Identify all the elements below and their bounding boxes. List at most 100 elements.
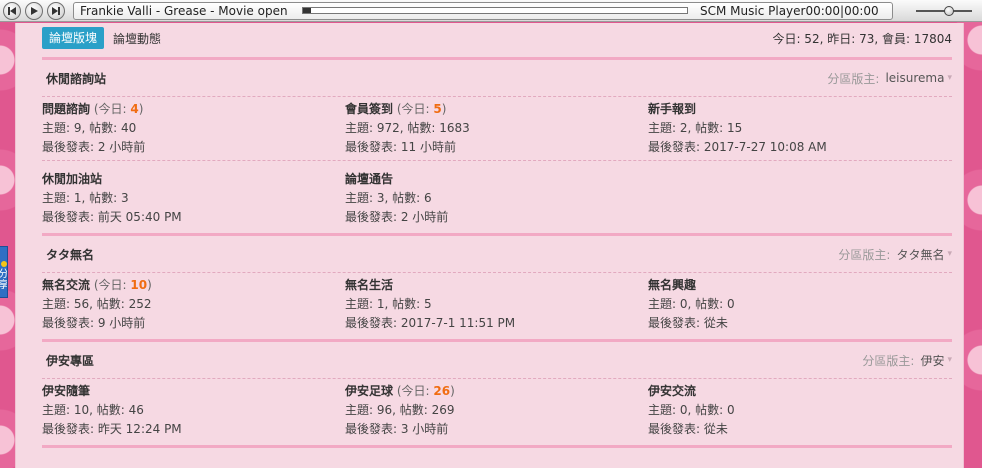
moderator-label: 分區版主: bbox=[862, 353, 915, 368]
seek-progress bbox=[303, 8, 311, 13]
forum-item: 無名生活 主題: 1, 帖數: 5 最後發表: 2017-7-1 11:51 PM bbox=[345, 276, 635, 333]
section-moderators: 分區版主: 伊安 ▾ bbox=[862, 352, 952, 369]
forum-topic-post-count: 主題: 96, 帖數: 269 bbox=[345, 403, 455, 417]
next-icon bbox=[52, 6, 60, 15]
forum-topic-post-count: 主題: 0, 帖數: 0 bbox=[648, 403, 735, 417]
forum-title-line: 問題諮詢 (今日: 4) bbox=[42, 100, 332, 119]
forum-last-post: 最後發表: 9 小時前 bbox=[42, 316, 146, 330]
side-tab-text: 分享 bbox=[0, 269, 7, 291]
forum-topic-post-count: 主題: 56, 帖數: 252 bbox=[42, 297, 152, 311]
moderator-link[interactable]: 伊安 bbox=[920, 352, 944, 369]
player-name: SCM Music Player bbox=[700, 3, 806, 18]
section-header-divider bbox=[42, 96, 952, 97]
section-title[interactable]: タタ無名 bbox=[46, 246, 94, 263]
music-player-bar: Frankie Valli - Grease - Movie open SCM … bbox=[0, 0, 982, 22]
track-title: Frankie Valli - Grease - Movie open bbox=[80, 3, 288, 18]
forum-last-post: 最後發表: 昨天 12:24 PM bbox=[42, 422, 182, 436]
section-header: 休閒諮詢站 分區版主: leisurema ▾ bbox=[42, 60, 952, 96]
section-divider bbox=[42, 445, 952, 448]
section-moderators: 分區版主: leisurema ▾ bbox=[827, 70, 952, 87]
side-share-tab[interactable]: 分享 bbox=[0, 246, 8, 298]
forum-last-post: 最後發表: 2 小時前 bbox=[345, 210, 449, 224]
forum-last-post: 最後發表: 2 小時前 bbox=[42, 140, 146, 154]
section-header: 伊安專區 分區版主: 伊安 ▾ bbox=[42, 342, 952, 378]
previous-icon bbox=[8, 6, 16, 15]
forum-topic-post-count: 主題: 1, 帖數: 5 bbox=[345, 297, 432, 311]
forum-topic-post-count: 主題: 972, 帖數: 1683 bbox=[345, 121, 470, 135]
tab-forum-activity[interactable]: 論壇動態 bbox=[113, 30, 161, 47]
section-title[interactable]: 伊安專區 bbox=[46, 352, 94, 369]
forum-name-link[interactable]: 會員簽到 bbox=[345, 102, 393, 116]
forum-name-link[interactable]: 無名交流 bbox=[42, 278, 90, 292]
forum-stats: 今日: 52, 昨日: 73, 會員: 17804 bbox=[772, 31, 952, 46]
forum-item: 伊安交流主題: 0, 帖數: 0 最後發表: 從未 bbox=[648, 382, 938, 439]
section-header: タタ無名 分區版主: タタ無名 ▾ bbox=[42, 236, 952, 272]
forum-topic-post-count: 主題: 9, 帖數: 40 bbox=[42, 121, 137, 135]
forum-topic-post-count: 主題: 1, 帖數: 3 bbox=[42, 191, 129, 205]
forum-name-link[interactable]: 伊安交流 bbox=[648, 384, 696, 398]
forum-name-link[interactable]: 無名生活 bbox=[345, 278, 393, 292]
play-button[interactable] bbox=[25, 1, 43, 20]
caret-down-icon: ▾ bbox=[947, 249, 952, 259]
forum-title-line: 伊安隨筆 bbox=[42, 382, 332, 401]
forum-name-link[interactable]: 伊安足球 bbox=[345, 384, 393, 398]
forum-today-count: (今日: 10) bbox=[90, 278, 152, 292]
forum-title-line: 會員簽到 (今日: 5) bbox=[345, 100, 635, 119]
forum-item: 伊安足球 (今日: 26) 主題: 96, 帖數: 269 最後發表: 3 小時前 bbox=[345, 382, 635, 439]
forum-last-post: 最後發表: 從未 bbox=[648, 422, 728, 436]
forum-last-post: 最後發表: 2017-7-27 10:08 AM bbox=[648, 140, 827, 154]
forum-name-link[interactable]: 伊安隨筆 bbox=[42, 384, 90, 398]
forum-title-line: 論壇通告 bbox=[345, 170, 635, 189]
volume-slider[interactable] bbox=[916, 6, 972, 16]
today-number: 10 bbox=[130, 278, 148, 292]
forum-today-count: (今日: 5) bbox=[393, 102, 447, 116]
forum-name-link[interactable]: 無名興趣 bbox=[648, 278, 696, 292]
section-header-divider bbox=[42, 272, 952, 273]
today-number: 26 bbox=[433, 384, 451, 398]
next-button[interactable] bbox=[47, 1, 65, 20]
tab-forum-boards[interactable]: 論壇版塊 bbox=[42, 27, 105, 49]
forum-item: 無名交流 (今日: 10) 主題: 56, 帖數: 252 最後發表: 9 小時前 bbox=[42, 276, 332, 333]
volume-knob[interactable] bbox=[943, 6, 954, 16]
seek-bar[interactable] bbox=[302, 7, 688, 14]
moderator-label: 分區版主: bbox=[838, 247, 891, 262]
forum-name-link[interactable]: 新手報到 bbox=[648, 102, 696, 116]
moderator-label: 分區版主: bbox=[827, 71, 880, 86]
forum-title-line: 休閒加油站 bbox=[42, 170, 332, 189]
play-icon bbox=[31, 6, 38, 15]
forum-title-line: 無名交流 (今日: 10) bbox=[42, 276, 332, 295]
moderator-link[interactable]: leisurema bbox=[885, 71, 944, 85]
forum-item: 無名興趣主題: 0, 帖數: 0 最後發表: 從未 bbox=[648, 276, 938, 333]
forum-name-link[interactable]: 休閒加油站 bbox=[42, 172, 102, 186]
player-time: 00:00|00:00 bbox=[805, 3, 879, 18]
forum-title-line: 新手報到 bbox=[648, 100, 938, 119]
section-title[interactable]: 休閒諮詢站 bbox=[46, 70, 106, 87]
forum-today-count: (今日: 26) bbox=[393, 384, 455, 398]
forum-item: 伊安隨筆主題: 10, 帖數: 46 最後發表: 昨天 12:24 PM bbox=[42, 382, 332, 439]
forum-item: 新手報到主題: 2, 帖數: 15 最後發表: 2017-7-27 10:08 A… bbox=[648, 100, 938, 157]
forum-name-link[interactable]: 論壇通告 bbox=[345, 172, 393, 186]
forum-name-link[interactable]: 問題諮詢 bbox=[42, 102, 90, 116]
forum-last-post: 最後發表: 11 小時前 bbox=[345, 140, 456, 154]
player-display: Frankie Valli - Grease - Movie open SCM … bbox=[73, 1, 893, 20]
forum-title-line: 伊安足球 (今日: 26) bbox=[345, 382, 635, 401]
forum-last-post: 最後發表: 從未 bbox=[648, 316, 728, 330]
forum-topic-post-count: 主題: 3, 帖數: 6 bbox=[345, 191, 432, 205]
previous-button[interactable] bbox=[3, 1, 21, 20]
share-dot-icon bbox=[0, 261, 7, 267]
forum-nav: 論壇版塊 論壇動態 今日: 52, 昨日: 73, 會員: 17804 bbox=[42, 27, 952, 49]
caret-down-icon: ▾ bbox=[947, 73, 952, 83]
section-moderators: 分區版主: タタ無名 ▾ bbox=[838, 246, 952, 263]
forum-title-line: 無名生活 bbox=[345, 276, 635, 295]
caret-down-icon: ▾ bbox=[947, 355, 952, 365]
section-header-divider bbox=[42, 378, 952, 379]
forum-topic-post-count: 主題: 2, 帖數: 15 bbox=[648, 121, 743, 135]
forum-topic-post-count: 主題: 10, 帖數: 46 bbox=[42, 403, 144, 417]
forum-last-post: 最後發表: 前天 05:40 PM bbox=[42, 210, 182, 224]
forum-item: 休閒加油站主題: 1, 帖數: 3 最後發表: 前天 05:40 PM bbox=[42, 170, 332, 227]
forum-topic-post-count: 主題: 0, 帖數: 0 bbox=[648, 297, 735, 311]
moderator-link[interactable]: タタ無名 bbox=[896, 246, 944, 263]
forum-title-line: 無名興趣 bbox=[648, 276, 938, 295]
today-number: 4 bbox=[130, 102, 139, 116]
forum-panel: 論壇版塊 論壇動態 今日: 52, 昨日: 73, 會員: 17804 休閒諮詢… bbox=[15, 23, 964, 468]
